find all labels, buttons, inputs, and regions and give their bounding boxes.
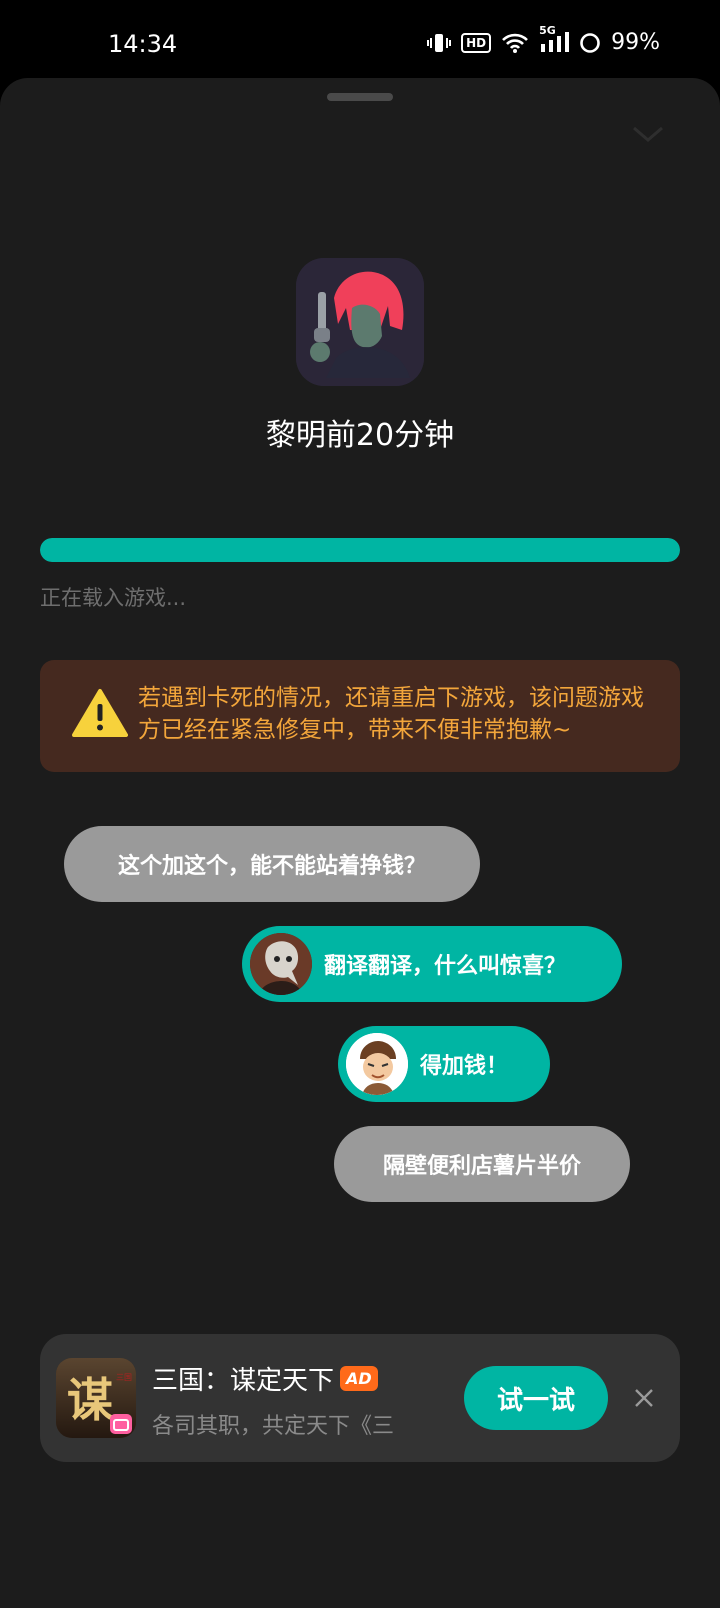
ad-icon-subtitle: 三国	[116, 1373, 132, 1382]
status-time: 14:34	[108, 30, 178, 58]
signal-5g-icon: 5G	[539, 24, 570, 54]
status-bar: 14:34 HD 5G 99%	[0, 0, 720, 80]
hd-icon: HD	[461, 32, 492, 53]
sheet-drag-handle[interactable]	[327, 93, 393, 101]
avatar-icon	[250, 933, 312, 995]
comment-bubble: 这个加这个，能不能站着挣钱？	[64, 826, 480, 902]
ad-description: 各司其职，共定天下《三	[152, 1414, 395, 1439]
comment-text: 翻译翻译，什么叫惊喜？	[324, 954, 567, 979]
warning-notice-text: 若遇到卡死的情况，还请重启下游戏，该问题游戏方已经在紧急修复中，带来不便非常抱歉…	[138, 685, 644, 743]
avatar-icon	[346, 1033, 408, 1095]
comment-bubble: 隔壁便利店薯片半价	[334, 1126, 630, 1202]
loading-status-text: 正在载入游戏...	[40, 586, 187, 610]
close-icon[interactable]	[632, 1386, 656, 1410]
wifi-icon	[501, 32, 529, 54]
game-title: 黎明前20分钟	[265, 418, 455, 453]
comment-bubble: 翻译翻译，什么叫惊喜？	[242, 926, 622, 1002]
comment-bubble: 得加钱！	[338, 1026, 550, 1102]
status-icons: HD 5G 99%	[427, 24, 660, 55]
comment-text: 隔壁便利店薯片半价	[382, 1154, 581, 1179]
ad-badge: AD	[340, 1366, 378, 1391]
ad-icon-glyph: 谋	[67, 1373, 113, 1427]
ad-try-button[interactable]: 试一试	[464, 1366, 608, 1430]
game-cover-icon	[296, 258, 424, 386]
loading-progress-bar	[40, 538, 680, 562]
loading-progress-fill	[40, 538, 680, 562]
ad-title[interactable]: 三国：谋定天下 AD	[152, 1360, 378, 1397]
network-label: 5G	[539, 23, 556, 37]
warning-notice: 若遇到卡死的情况，还请重启下游戏，该问题游戏方已经在紧急修复中，带来不便非常抱歉…	[40, 660, 680, 772]
comment-text: 得加钱！	[420, 1054, 509, 1079]
battery-icon	[579, 32, 601, 54]
vibrate-icon	[427, 32, 452, 54]
chevron-down-icon[interactable]	[630, 122, 666, 146]
warning-icon	[72, 688, 128, 738]
battery-percent: 99%	[611, 30, 660, 55]
ad-title-text: 三国：谋定天下	[152, 1366, 335, 1396]
ad-banner[interactable]: 谋 三国 三国：谋定天下 AD 各司其职，共定天下《三 试一试	[40, 1334, 680, 1462]
comment-text: 这个加这个，能不能站着挣钱？	[117, 854, 426, 879]
ad-app-icon[interactable]: 谋 三国	[56, 1358, 136, 1438]
